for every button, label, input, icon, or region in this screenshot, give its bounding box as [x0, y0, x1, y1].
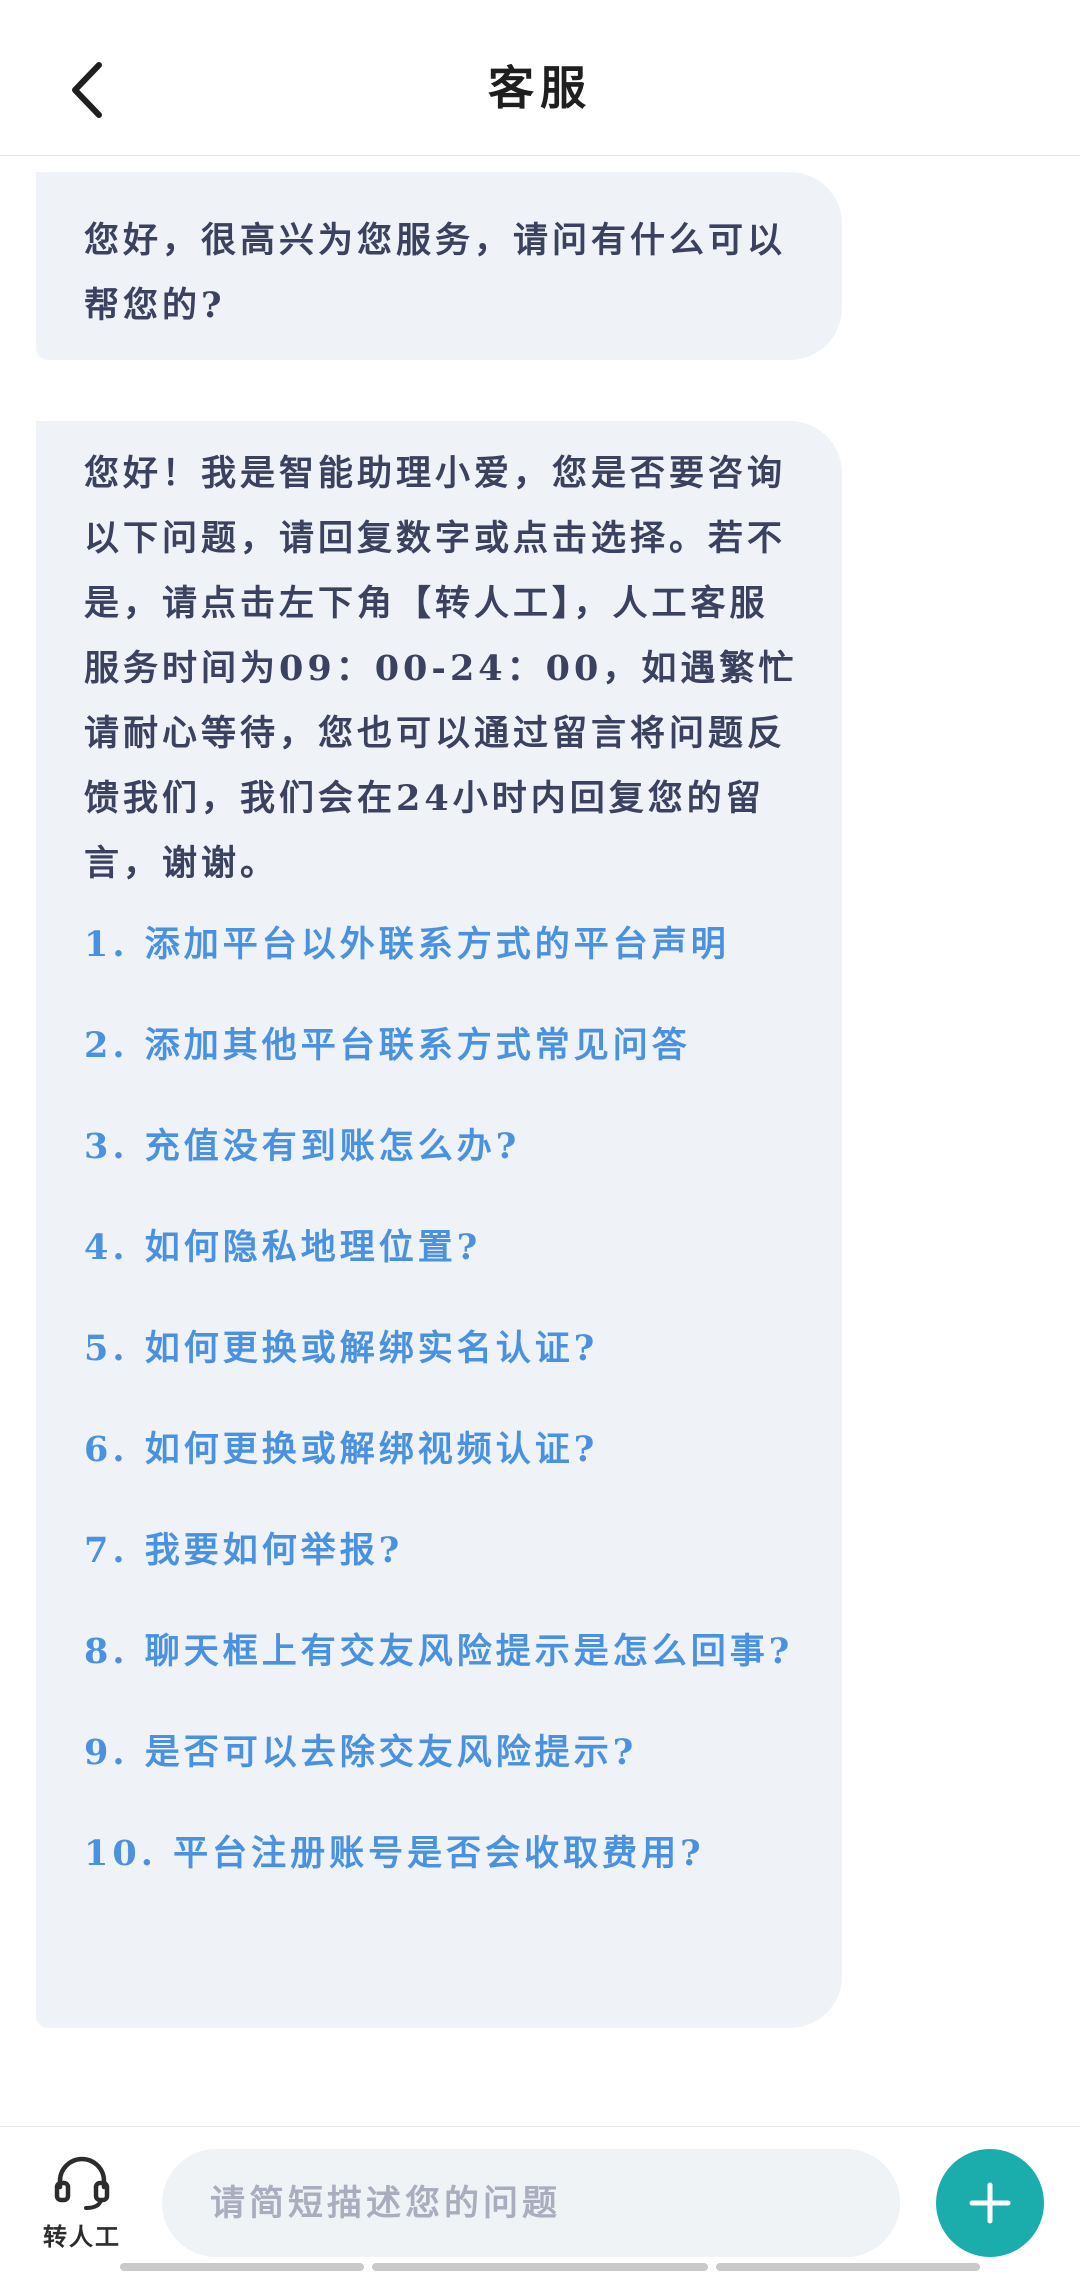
- faq-option-8[interactable]: 8. 聊天框上有交友风险提示是怎么回事?: [84, 1619, 798, 1684]
- message-text: 您好，很高兴为您服务，请问有什么可以帮您的?: [84, 220, 787, 326]
- headset-icon: [54, 2156, 110, 2210]
- message-bubble-greeting: 您好，很高兴为您服务，请问有什么可以帮您的?: [36, 172, 842, 360]
- plus-button[interactable]: [936, 2149, 1044, 2257]
- faq-option-2[interactable]: 2. 添加其他平台联系方式常见问答: [84, 1013, 798, 1078]
- faq-option-5[interactable]: 5. 如何更换或解绑实名认证?: [84, 1316, 798, 1381]
- header-bar: 客服: [0, 0, 1080, 156]
- faq-option-6[interactable]: 6. 如何更换或解绑视频认证?: [84, 1417, 798, 1482]
- faq-option-1[interactable]: 1. 添加平台以外联系方式的平台声明: [84, 912, 798, 977]
- faq-option-4[interactable]: 4. 如何隐私地理位置?: [84, 1215, 798, 1280]
- faq-option-9[interactable]: 9. 是否可以去除交友风险提示?: [84, 1720, 798, 1785]
- home-indicator-segment: [372, 2263, 708, 2271]
- home-indicator-segment: [120, 2263, 364, 2271]
- faq-option-3[interactable]: 3. 充值没有到账怎么办?: [84, 1114, 798, 1179]
- faq-option-7[interactable]: 7. 我要如何举报?: [84, 1518, 798, 1583]
- message-text: 您好！我是智能助理小爱，您是否要咨询以下问题，请回复数字或点击选择。若不是，请点…: [84, 453, 798, 884]
- message-bubble-assistant: 您好！我是智能助理小爱，您是否要咨询以下问题，请回复数字或点击选择。若不是，请点…: [36, 421, 842, 2028]
- faq-option-list: 1. 添加平台以外联系方式的平台声明 2. 添加其他平台联系方式常见问答 3. …: [84, 912, 798, 1886]
- question-input[interactable]: [162, 2149, 900, 2257]
- plus-icon: [969, 2182, 1011, 2224]
- page-title: 客服: [488, 61, 592, 115]
- input-bar: 转人工: [0, 2126, 1080, 2274]
- faq-option-10[interactable]: 10. 平台注册账号是否会收取费用?: [84, 1821, 798, 1886]
- transfer-to-human-label: 转人工: [43, 2222, 121, 2251]
- home-indicator-segment: [716, 2263, 980, 2271]
- transfer-to-human-button[interactable]: 转人工: [30, 2153, 134, 2263]
